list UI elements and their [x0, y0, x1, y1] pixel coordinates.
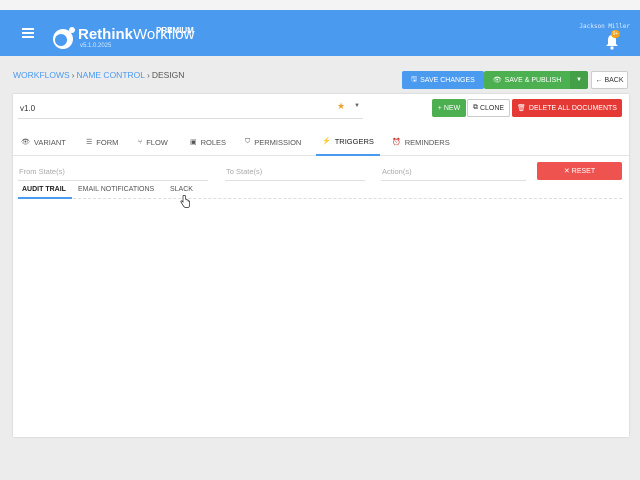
- hand-cursor-icon: [180, 195, 190, 208]
- subtab-slack[interactable]: SLACK: [170, 186, 193, 193]
- subtab-email-notifications[interactable]: EMAIL NOTIFICATIONS: [78, 186, 154, 193]
- close-icon: ✕: [563, 168, 570, 175]
- tab-flow[interactable]: ⑂ FLOW: [138, 128, 168, 156]
- window-top-strip: [0, 0, 640, 10]
- action-filter[interactable]: Action(s): [382, 167, 412, 176]
- breadcrumb-separator: ›: [147, 70, 150, 80]
- notification-badge: 9+: [611, 30, 620, 38]
- app-header: RethinkWorkflow v5.1.0.2025 PREMIUM Jack…: [0, 10, 640, 56]
- eye-icon: 👁: [21, 139, 30, 146]
- plus-icon: +: [437, 104, 442, 112]
- save-changes-button[interactable]: 🖫 SAVE CHANGES: [402, 71, 484, 89]
- save-icon: 🖫: [411, 75, 418, 83]
- reset-button[interactable]: ✕ RESET: [537, 162, 622, 180]
- trigger-subtabs: AUDIT TRAIL EMAIL NOTIFICATIONS SLACK: [18, 184, 622, 199]
- back-button[interactable]: ← BACK: [591, 71, 628, 89]
- arrow-left-icon: ←: [595, 76, 603, 84]
- edition-badge: PREMIUM: [156, 26, 194, 35]
- user-name[interactable]: Jackson Miller: [579, 23, 630, 30]
- breadcrumb-separator: ›: [71, 70, 75, 80]
- menu-icon[interactable]: [22, 28, 34, 38]
- breadcrumb-design: DESIGN: [151, 70, 185, 80]
- copy-icon: ⧉: [472, 104, 478, 111]
- new-button[interactable]: + NEW: [432, 99, 466, 117]
- eye-icon: 👁: [492, 77, 502, 84]
- from-state-underline: [18, 180, 208, 181]
- tab-roles[interactable]: ▣ ROLES: [190, 128, 226, 156]
- caret-down-icon: ▼: [576, 77, 582, 83]
- subtab-audit-trail[interactable]: AUDIT TRAIL: [22, 186, 66, 193]
- app-version: v5.1.0.2025: [80, 43, 112, 49]
- from-state-filter[interactable]: From State(s): [19, 167, 65, 176]
- flow-icon: ⑂: [138, 138, 143, 146]
- action-underline: [381, 180, 526, 181]
- to-state-underline: [225, 180, 365, 181]
- alarm-icon: ⏰: [392, 139, 401, 146]
- bolt-icon: ⚡: [322, 138, 331, 145]
- tab-permission[interactable]: ⛉ PERMISSION: [245, 128, 301, 156]
- star-icon: ★: [337, 101, 346, 111]
- logo-icon: [53, 27, 75, 49]
- tab-reminders[interactable]: ⏰ REMINDERS: [392, 128, 450, 156]
- version-select-underline: [18, 118, 363, 119]
- shield-icon: ⛉: [245, 138, 251, 145]
- clone-button[interactable]: ⧉ CLONE: [467, 99, 510, 117]
- design-tabs: 👁 VARIANT ☰ FORM ⑂ FLOW ▣ ROLES ⛉ PERMISSION …: [13, 128, 629, 156]
- save-publish-button[interactable]: 👁 SAVE & PUBLISH: [484, 71, 570, 89]
- delete-all-documents-button[interactable]: 🗑 DELETE ALL DOCUMENTS: [512, 99, 622, 117]
- version-select[interactable]: v1.0: [20, 104, 35, 113]
- breadcrumb-workflows[interactable]: WORKFLOWS: [13, 70, 70, 80]
- to-state-filter[interactable]: To State(s): [226, 167, 262, 176]
- trash-icon: 🗑: [517, 105, 526, 112]
- tab-form[interactable]: ☰ FORM: [86, 128, 118, 156]
- tab-variant[interactable]: 👁 VARIANT: [21, 128, 66, 156]
- chevron-down-icon[interactable]: ▼: [354, 103, 360, 109]
- breadcrumb: WORKFLOWS › NAME CONTROL › DESIGN: [13, 70, 184, 80]
- roles-icon: ▣: [190, 139, 197, 146]
- publish-dropdown-button[interactable]: ▼: [570, 71, 588, 89]
- list-icon: ☰: [86, 139, 93, 146]
- active-subtab-indicator: [18, 197, 72, 199]
- tab-triggers[interactable]: ⚡ TRIGGERS: [316, 128, 380, 156]
- breadcrumb-name-control[interactable]: NAME CONTROL: [77, 70, 145, 80]
